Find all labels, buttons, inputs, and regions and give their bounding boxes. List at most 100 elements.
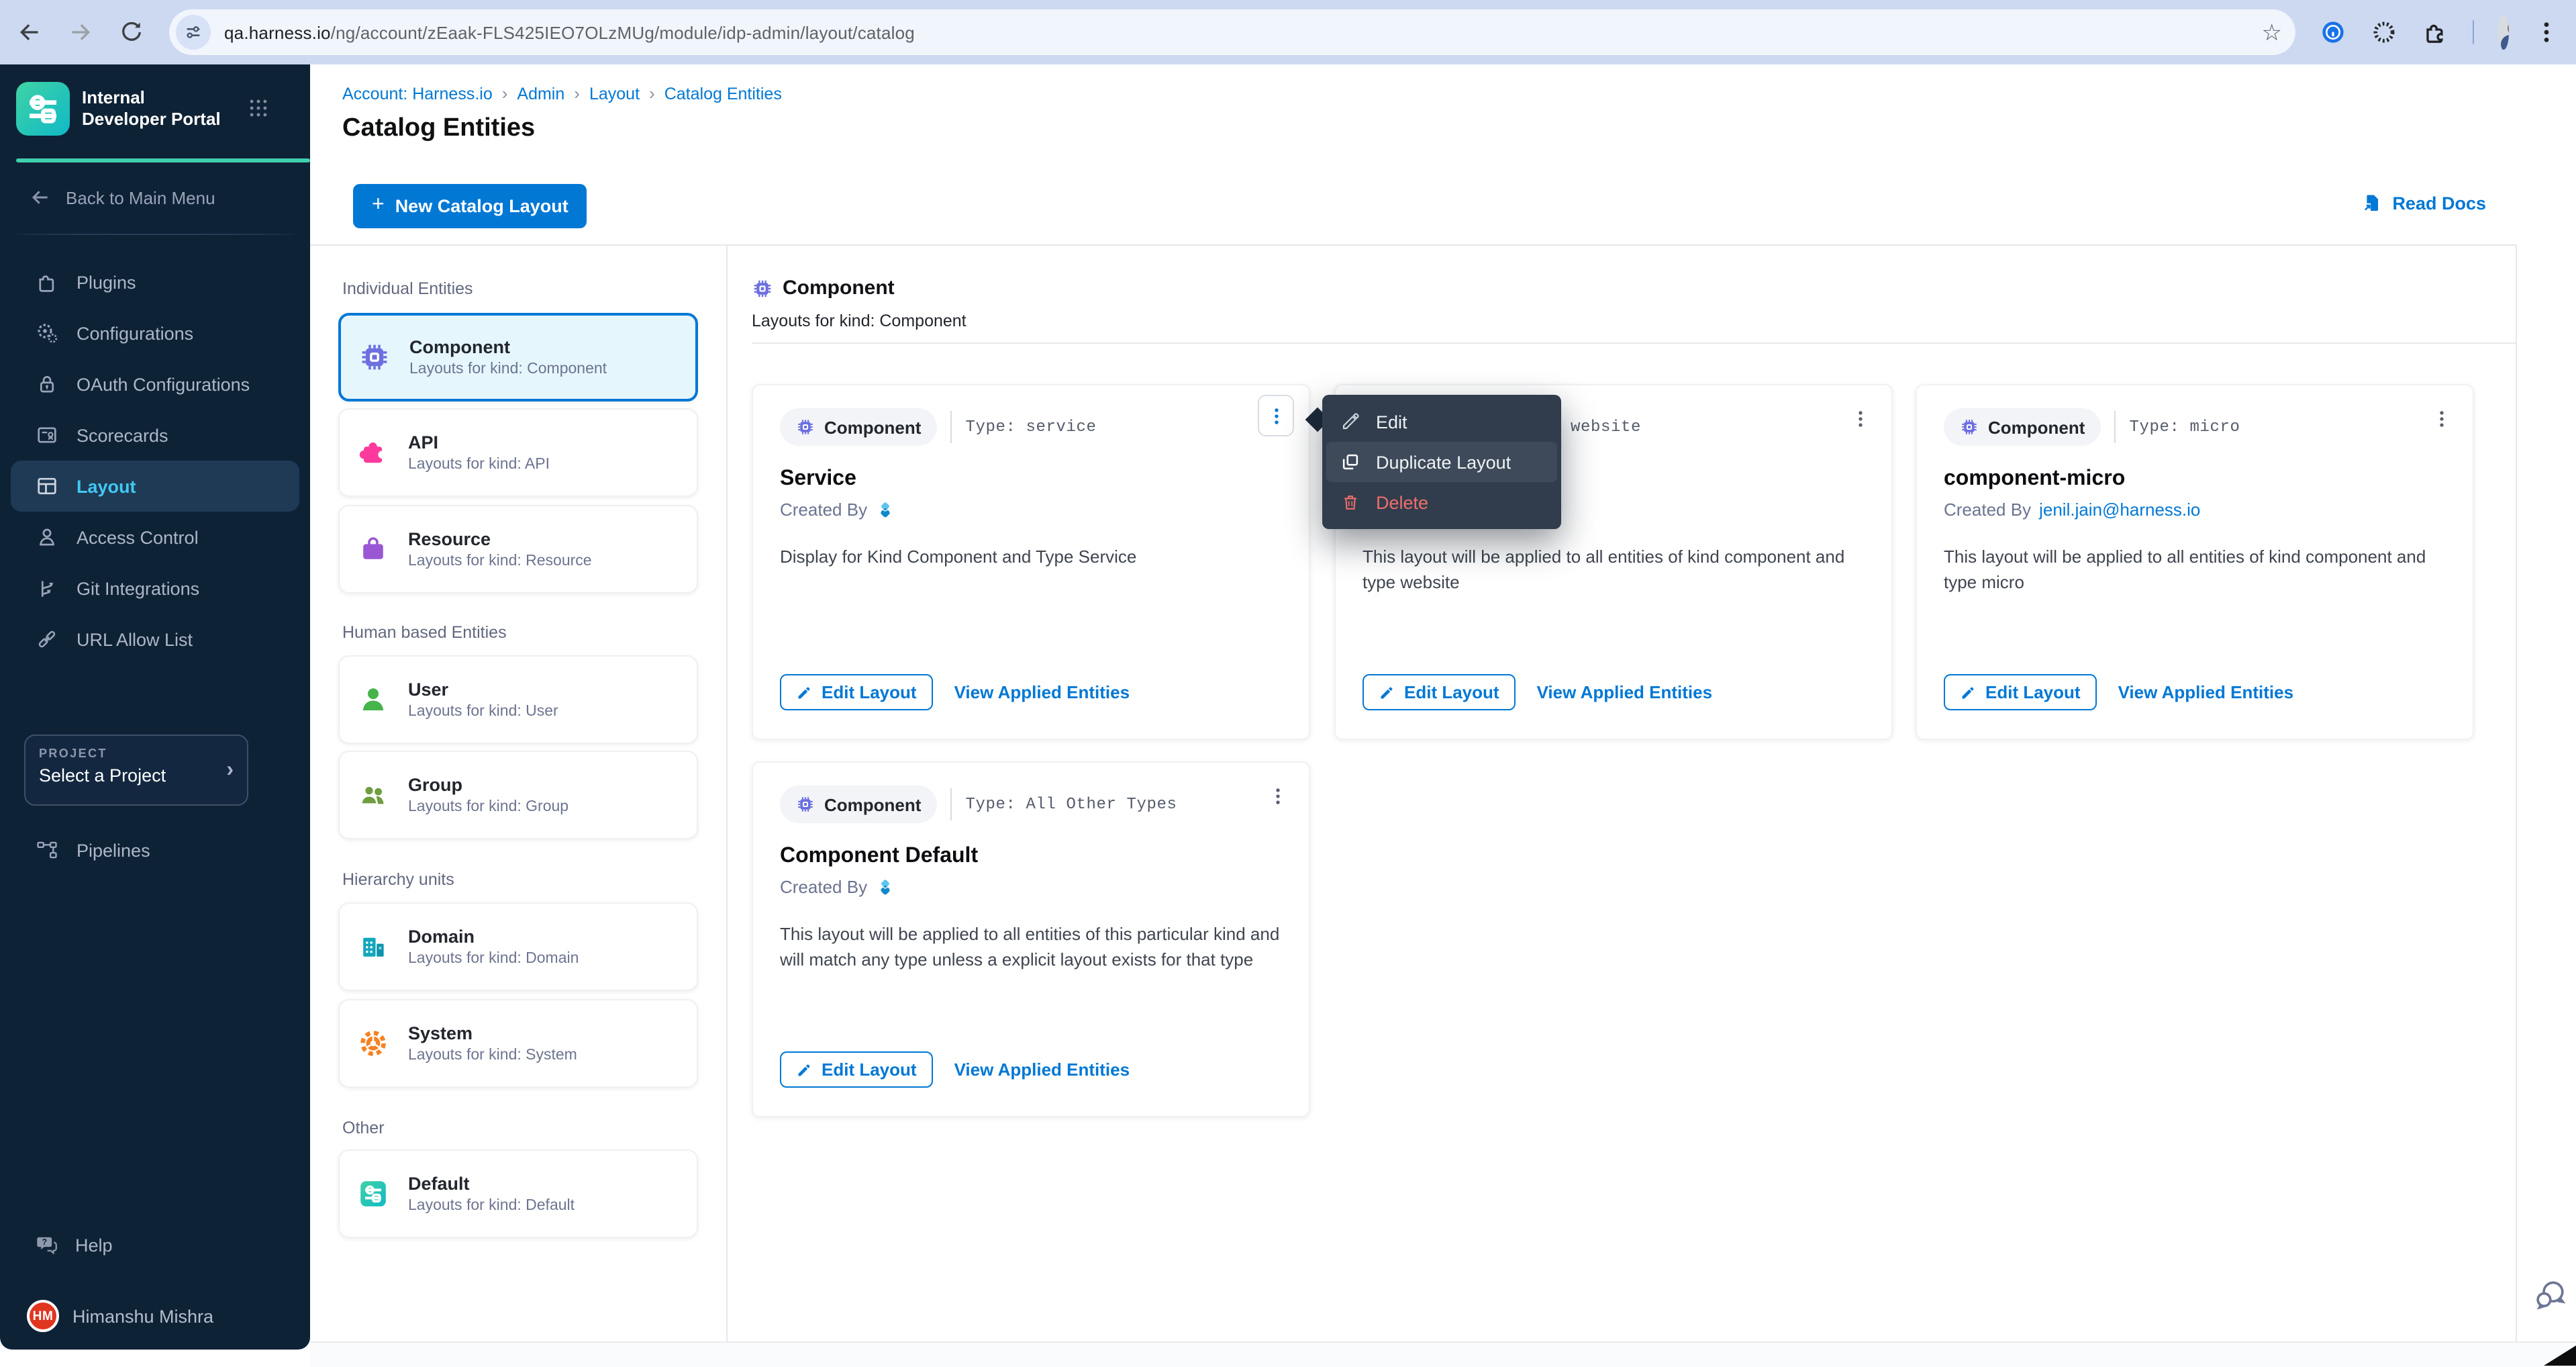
section-label-human: Human based Entities (342, 623, 507, 642)
breadcrumb: Account: Harness.io › Admin › Layout › C… (342, 83, 782, 103)
pipelines-icon (35, 838, 59, 862)
entity-name: Default (408, 1174, 575, 1194)
address-bar[interactable]: qa.harness.io/ng/account/zEaak-FLS425IEO… (169, 9, 2295, 55)
module-grid-icon[interactable] (247, 97, 270, 120)
browser-menu-icon[interactable] (2533, 19, 2560, 46)
sidebar: Internal Developer Portal Back to Main M… (0, 64, 310, 1350)
pencil-icon (1960, 684, 1976, 700)
url-text: qa.harness.io/ng/account/zEaak-FLS425IEO… (224, 22, 915, 42)
chat-widget-icon[interactable] (2533, 1277, 2568, 1312)
sidebar-item-label: OAuth Configurations (77, 374, 250, 394)
browser-forward-icon[interactable] (67, 19, 94, 46)
entity-desc: Layouts for kind: Default (408, 1198, 575, 1214)
card-description: This layout will be applied to all entit… (1363, 544, 1870, 595)
user-avatar: HM (27, 1300, 59, 1332)
trash-icon (1340, 491, 1361, 513)
menu-item-duplicate-layout[interactable]: Duplicate Layout (1326, 442, 1557, 482)
user-profile-row[interactable]: HM Himanshu Mishra (27, 1299, 213, 1333)
read-docs-link[interactable]: Read Docs (2361, 192, 2486, 214)
extensions-puzzle-icon[interactable] (2422, 19, 2448, 46)
kind-badge: Component (780, 786, 937, 823)
help-item[interactable]: ? Help (35, 1230, 113, 1260)
entity-desc: Layouts for kind: Group (408, 799, 568, 815)
sidebar-item-url-allow-list[interactable]: URL Allow List (0, 614, 310, 665)
entity-card-system[interactable]: System Layouts for kind: System (338, 999, 698, 1088)
view-applied-entities-link[interactable]: View Applied Entities (954, 1059, 1130, 1080)
entity-name: Domain (408, 927, 579, 947)
card-menu-button[interactable] (1258, 395, 1294, 436)
main-content: Account: Harness.io › Admin › Layout › C… (310, 64, 2576, 1366)
entity-card-user[interactable]: User Layouts for kind: User (338, 655, 698, 744)
card-description: This layout will be applied to all entit… (1944, 544, 2451, 595)
harness-logo-icon (875, 877, 895, 897)
edit-layout-button[interactable]: Edit Layout (1363, 674, 1516, 710)
type-text: Type: micro (2129, 418, 2240, 436)
sidebar-item-plugins[interactable]: Plugins (0, 256, 310, 308)
sidebar-item-layout[interactable]: Layout (11, 461, 299, 512)
scorecard-icon (35, 423, 59, 447)
new-catalog-layout-label: New Catalog Layout (395, 196, 568, 216)
entity-name: Component (409, 337, 607, 357)
sidebar-item-git-integrations[interactable]: Git Integrations (0, 563, 310, 614)
sidebar-item-pipelines[interactable]: Pipelines (0, 824, 310, 876)
layout-icon (35, 474, 59, 498)
lock-icon (35, 372, 59, 396)
entity-name: Group (408, 775, 568, 795)
created-by-link[interactable]: jenil.jain@harness.io (2039, 500, 2200, 520)
sidebar-divider (16, 234, 294, 235)
view-applied-entities-link[interactable]: View Applied Entities (1537, 682, 1713, 702)
browser-back-icon[interactable] (16, 19, 43, 46)
back-to-main-menu[interactable]: Back to Main Menu (30, 183, 215, 212)
view-applied-entities-link[interactable]: View Applied Entities (2118, 682, 2294, 702)
entity-desc: Layouts for kind: Component (409, 361, 607, 377)
menu-item-delete[interactable]: Delete (1322, 482, 1561, 522)
entity-card-api[interactable]: API Layouts for kind: API (338, 408, 698, 497)
password-extension-icon[interactable] (2320, 19, 2346, 46)
section-divider (752, 342, 2516, 344)
sidebar-item-scorecards[interactable]: Scorecards (0, 410, 310, 461)
card-menu-button[interactable] (1266, 779, 1290, 814)
kebab-icon (2431, 404, 2453, 434)
card-menu-button[interactable] (1848, 402, 1873, 436)
breadcrumb-admin[interactable]: Admin (517, 84, 564, 103)
breadcrumb-layout[interactable]: Layout (589, 84, 640, 103)
project-label: PROJECT (39, 747, 234, 760)
project-selector[interactable]: PROJECT Select a Project › (24, 735, 248, 806)
type-text: Type: service (965, 418, 1096, 436)
new-catalog-layout-button[interactable]: + New Catalog Layout (353, 184, 587, 228)
edit-layout-button[interactable]: Edit Layout (780, 674, 933, 710)
domain-buildings-icon (357, 931, 389, 963)
browser-profile-avatar[interactable] (2497, 15, 2509, 50)
edit-layout-button[interactable]: Edit Layout (780, 1051, 933, 1088)
spinner-extension-icon[interactable] (2371, 19, 2397, 46)
browser-refresh-icon[interactable] (118, 19, 145, 46)
bookmark-star-icon[interactable]: ☆ (2262, 21, 2283, 44)
app-logo-row: Internal Developer Portal (16, 82, 232, 136)
card-description: Display for Kind Component and Type Serv… (780, 544, 1287, 569)
breadcrumb-catalog-entities[interactable]: Catalog Entities (664, 84, 782, 103)
entity-card-component[interactable]: Component Layouts for kind: Component (338, 313, 698, 402)
entity-card-resource[interactable]: Resource Layouts for kind: Resource (338, 505, 698, 594)
app-frame: Internal Developer Portal Back to Main M… (0, 64, 2576, 1366)
card-menu-button[interactable] (2430, 402, 2454, 436)
card-title: component-micro (1944, 467, 2125, 491)
chip-icon (358, 341, 391, 373)
pencil-icon (796, 684, 812, 700)
edit-layout-button[interactable]: Edit Layout (1944, 674, 2097, 710)
entity-name: API (408, 432, 550, 453)
entity-card-group[interactable]: Group Layouts for kind: Group (338, 751, 698, 839)
breadcrumb-account[interactable]: Account: Harness.io (342, 84, 493, 103)
branch-icon (35, 576, 59, 600)
menu-item-edit[interactable]: Edit (1322, 402, 1561, 442)
link-icon (35, 627, 59, 651)
entity-name: Resource (408, 529, 592, 549)
entity-card-domain[interactable]: Domain Layouts for kind: Domain (338, 902, 698, 991)
site-info-icon[interactable] (176, 15, 211, 50)
view-applied-entities-link[interactable]: View Applied Entities (954, 682, 1130, 702)
sidebar-item-access-control[interactable]: Access Control (0, 512, 310, 563)
read-docs-label: Read Docs (2392, 193, 2486, 213)
sidebar-item-oauth-configurations[interactable]: OAuth Configurations (0, 359, 310, 410)
sidebar-item-configurations[interactable]: Configurations (0, 308, 310, 359)
entity-card-default[interactable]: Default Layouts for kind: Default (338, 1149, 698, 1238)
sidebar-item-label: Scorecards (77, 425, 168, 445)
